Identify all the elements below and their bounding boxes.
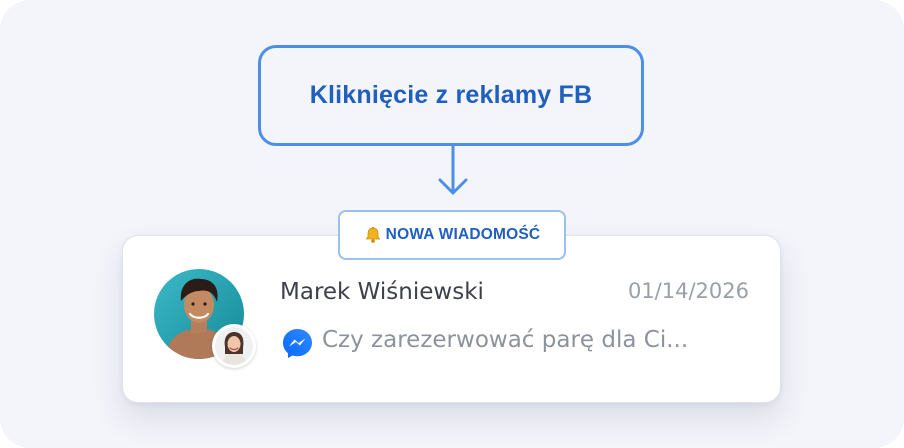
bell-icon	[364, 226, 382, 244]
ad-click-source-label: Kliknięcie z reklamy FB	[309, 81, 593, 109]
ad-click-source-box: Kliknięcie z reklamy FB	[258, 45, 644, 146]
messenger-icon	[281, 327, 314, 360]
message-preview: Czy zarezerwować parę dla Ci...	[322, 327, 689, 353]
message-date: 01/14/2026	[627, 279, 749, 303]
down-arrow-icon	[438, 146, 468, 195]
contact-name: Marek Wiśniewski	[280, 279, 484, 305]
agent-avatar	[212, 324, 256, 368]
new-message-badge: NOWA WIADOMOŚĆ	[338, 210, 566, 260]
new-message-badge-label: NOWA WIADOMOŚĆ	[385, 226, 541, 243]
